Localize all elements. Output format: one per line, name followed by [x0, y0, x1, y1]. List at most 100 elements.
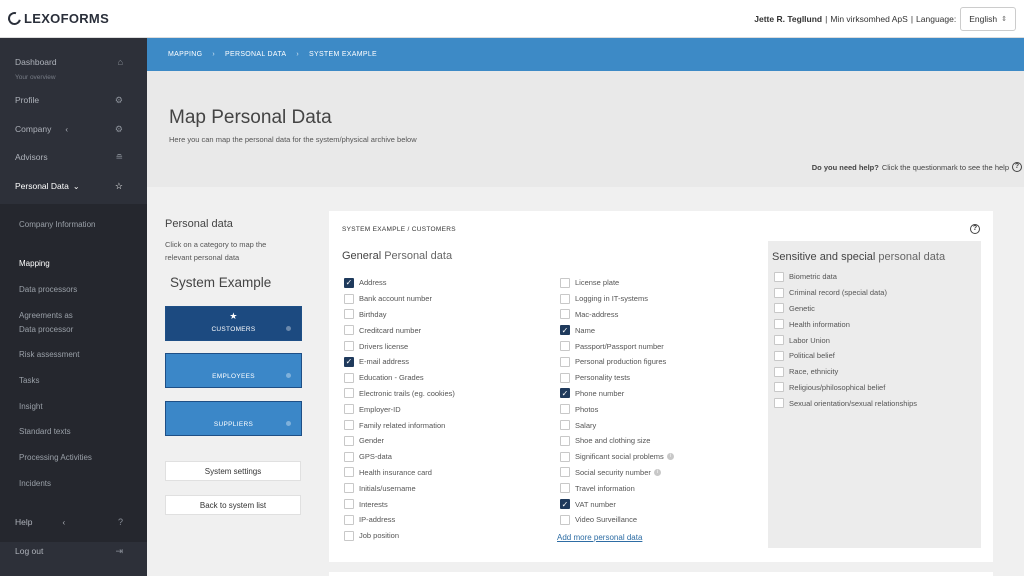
- system-settings-button[interactable]: System settings: [165, 461, 301, 481]
- checkbox[interactable]: [774, 382, 784, 393]
- add-more-link[interactable]: Add more personal data: [557, 533, 642, 542]
- language-select[interactable]: English ⇕: [960, 7, 1016, 31]
- breadcrumb-item-mapping[interactable]: MAPPING: [168, 51, 202, 58]
- sidebar-item-dashboard[interactable]: Dashboard ⌂: [0, 49, 147, 75]
- checkbox[interactable]: [344, 341, 354, 352]
- checkbox-row-logging-in-it-systems[interactable]: Logging in IT-systems: [560, 291, 674, 307]
- checkbox[interactable]: [774, 271, 784, 282]
- checkbox-row-shoe-and-clothing-size[interactable]: Shoe and clothing size: [560, 433, 674, 449]
- checkbox[interactable]: [560, 341, 570, 352]
- checkbox[interactable]: [344, 372, 354, 383]
- checkbox[interactable]: [560, 483, 570, 494]
- checkbox-row-social-security-number[interactable]: Social security number i: [560, 465, 674, 481]
- checkbox[interactable]: [560, 372, 570, 383]
- checkbox[interactable]: [344, 530, 354, 541]
- checkbox-row-gps-data[interactable]: GPS-data: [344, 449, 455, 465]
- checkbox-row-passport-passport-number[interactable]: Passport/Passport number: [560, 338, 674, 354]
- checkbox-row-labor-union[interactable]: Labor Union: [774, 332, 917, 348]
- checkbox-row-initials-username[interactable]: Initials/username: [344, 480, 455, 496]
- sidebar-item-help[interactable]: Help ‹ ?: [0, 509, 147, 535]
- company-name[interactable]: Min virksomhed ApS: [830, 14, 907, 24]
- checkbox[interactable]: [774, 287, 784, 298]
- checkbox[interactable]: ✓: [344, 277, 354, 288]
- checkbox[interactable]: [560, 293, 570, 304]
- checkbox[interactable]: [774, 366, 784, 377]
- checkbox-row-drivers-license[interactable]: Drivers license: [344, 338, 455, 354]
- checkbox[interactable]: [344, 499, 354, 510]
- checkbox-row-creditcard-number[interactable]: Creditcard number: [344, 322, 455, 338]
- checkbox[interactable]: [344, 325, 354, 336]
- checkbox-row-job-position[interactable]: Job position: [344, 528, 455, 544]
- question-icon[interactable]: ?: [970, 224, 980, 234]
- checkbox-row-vat-number[interactable]: ✓ VAT number: [560, 496, 674, 512]
- submenu-item-company-information[interactable]: Company Information: [19, 218, 129, 232]
- category-suppliers-button[interactable]: SUPPLIERS: [165, 401, 302, 436]
- checkbox[interactable]: ✓: [344, 356, 354, 367]
- submenu-item-insight[interactable]: Insight: [19, 400, 129, 414]
- sidebar-item-profile[interactable]: Profile ⚙: [0, 87, 147, 113]
- submenu-item-data-processors[interactable]: Data processors: [19, 283, 129, 297]
- checkbox-row-salary[interactable]: Salary: [560, 417, 674, 433]
- checkbox[interactable]: [560, 309, 570, 320]
- info-icon[interactable]: i: [653, 468, 661, 476]
- checkbox-row-biometric-data[interactable]: Biometric data: [774, 269, 917, 285]
- checkbox-row-electronic-trails-eg-cookies[interactable]: Electronic trails (eg. cookies): [344, 386, 455, 402]
- checkbox[interactable]: [344, 293, 354, 304]
- checkbox-row-photos[interactable]: Photos: [560, 401, 674, 417]
- checkbox-row-phone-number[interactable]: ✓ Phone number: [560, 386, 674, 402]
- checkbox[interactable]: ✓: [560, 325, 570, 336]
- question-icon[interactable]: ?: [1012, 162, 1022, 172]
- checkbox[interactable]: [344, 467, 354, 478]
- sidebar-item-logout[interactable]: Log out ⇥: [0, 538, 147, 564]
- checkbox-row-health-insurance-card[interactable]: Health insurance card: [344, 465, 455, 481]
- checkbox[interactable]: [344, 451, 354, 462]
- checkbox-row-e-mail-address[interactable]: ✓ E-mail address: [344, 354, 455, 370]
- checkbox-row-religious-philosophical-belief[interactable]: Religious/philosophical belief: [774, 380, 917, 396]
- checkbox[interactable]: [344, 483, 354, 494]
- checkbox-row-travel-information[interactable]: Travel information: [560, 480, 674, 496]
- checkbox-row-family-related-information[interactable]: Family related information: [344, 417, 455, 433]
- breadcrumb-item-system-example[interactable]: SYSTEM EXAMPLE: [309, 51, 377, 58]
- logo[interactable]: LEXOFORMS: [5, 9, 109, 28]
- sidebar-item-company[interactable]: Company ‹ ⚙: [0, 116, 147, 142]
- submenu-item-mapping[interactable]: Mapping: [19, 257, 129, 271]
- checkbox[interactable]: [560, 467, 570, 478]
- sidebar-item-advisors[interactable]: Advisors ≘: [0, 144, 147, 170]
- checkbox[interactable]: [774, 335, 784, 346]
- submenu-item-standard-texts[interactable]: Standard texts: [19, 425, 129, 439]
- checkbox[interactable]: [560, 451, 570, 462]
- checkbox-row-health-information[interactable]: Health information: [774, 316, 917, 332]
- checkbox-row-mac-address[interactable]: Mac-address: [560, 307, 674, 323]
- checkbox-row-sexual-orientation-sexual-relationships[interactable]: Sexual orientation/sexual relationships: [774, 395, 917, 411]
- category-employees-button[interactable]: EMPLOYEES: [165, 353, 302, 388]
- checkbox-row-ip-address[interactable]: IP-address: [344, 512, 455, 528]
- checkbox-row-interests[interactable]: Interests: [344, 496, 455, 512]
- checkbox-row-genetic[interactable]: Genetic: [774, 301, 917, 317]
- checkbox-row-bank-account-number[interactable]: Bank account number: [344, 291, 455, 307]
- sidebar-item-personal-data[interactable]: Personal Data ⌄ ☆: [0, 173, 147, 199]
- checkbox[interactable]: [344, 309, 354, 320]
- checkbox[interactable]: [344, 404, 354, 415]
- breadcrumb-item-personal-data[interactable]: PERSONAL DATA: [225, 51, 286, 58]
- checkbox-row-criminal-record-special-data[interactable]: Criminal record (special data): [774, 285, 917, 301]
- checkbox[interactable]: [560, 404, 570, 415]
- checkbox[interactable]: [344, 514, 354, 525]
- checkbox-row-race-ethnicity[interactable]: Race, ethnicity: [774, 364, 917, 380]
- checkbox[interactable]: [774, 319, 784, 330]
- submenu-item-tasks[interactable]: Tasks: [19, 374, 129, 388]
- info-icon[interactable]: i: [666, 453, 674, 461]
- back-to-system-list-button[interactable]: Back to system list: [165, 495, 301, 515]
- checkbox-row-education-grades[interactable]: Education - Grades: [344, 370, 455, 386]
- checkbox-row-personal-production-figures[interactable]: Personal production figures: [560, 354, 674, 370]
- checkbox-row-license-plate[interactable]: License plate: [560, 275, 674, 291]
- checkbox[interactable]: [344, 388, 354, 399]
- submenu-item-risk-assessment[interactable]: Risk assessment: [19, 348, 129, 362]
- user-name[interactable]: Jette R. Tegllund: [754, 14, 822, 24]
- checkbox[interactable]: ✓: [560, 388, 570, 399]
- checkbox[interactable]: [560, 356, 570, 367]
- checkbox[interactable]: [560, 514, 570, 525]
- checkbox-row-personality-tests[interactable]: Personality tests: [560, 370, 674, 386]
- checkbox-row-address[interactable]: ✓ Address: [344, 275, 455, 291]
- submenu-item-incidents[interactable]: Incidents: [19, 477, 129, 491]
- checkbox-row-video-surveillance[interactable]: Video Surveillance: [560, 512, 674, 528]
